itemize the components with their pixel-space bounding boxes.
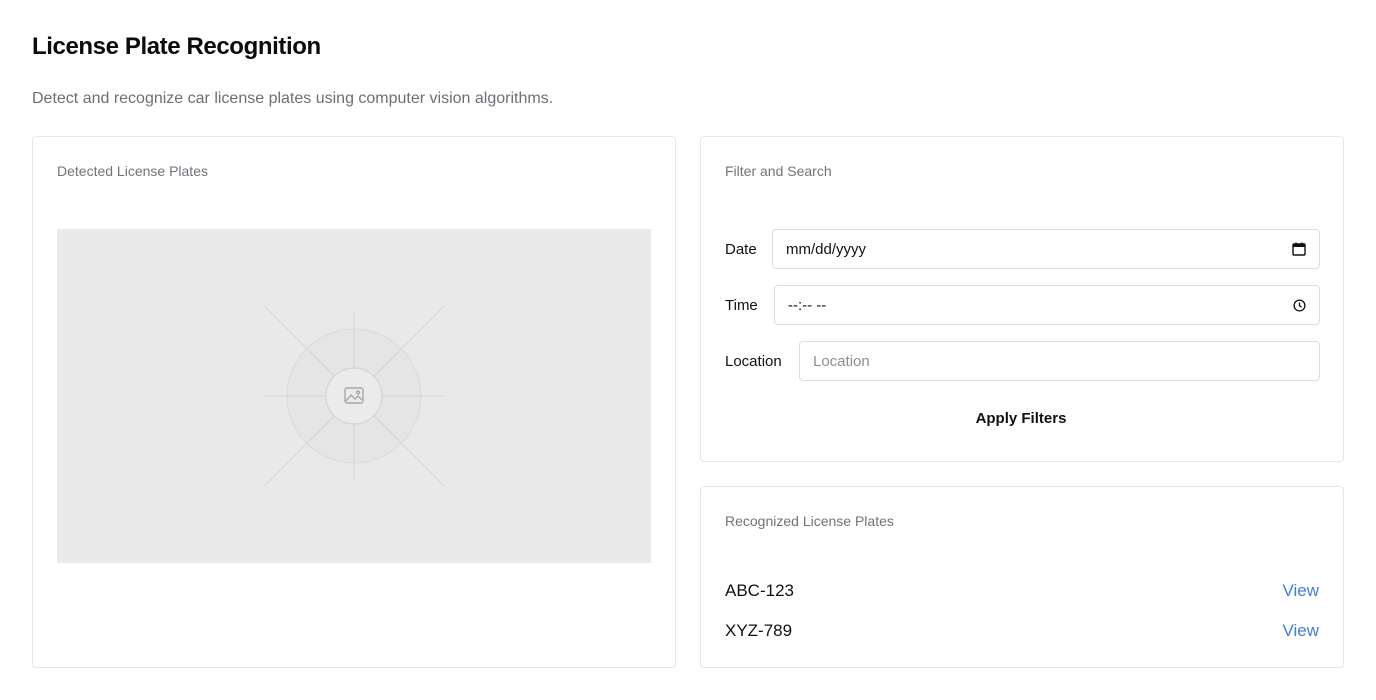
view-plate-link[interactable]: View	[1282, 621, 1319, 641]
date-label: Date	[725, 241, 757, 258]
location-input[interactable]: Location	[799, 341, 1320, 381]
time-input-value: --:-- --	[788, 296, 827, 314]
filter-card: Filter and Search Date mm/dd/yyyy Time -…	[700, 136, 1344, 462]
date-input[interactable]: mm/dd/yyyy	[772, 229, 1320, 269]
view-plate-link[interactable]: View	[1282, 581, 1319, 601]
apply-filters-button[interactable]: Apply Filters	[961, 405, 1081, 431]
image-placeholder	[57, 229, 651, 563]
plate-number: XYZ-789	[725, 621, 793, 640]
plate-number: ABC-123	[725, 581, 794, 600]
detected-plates-card: Detected License Plates	[32, 136, 676, 668]
location-placeholder: Location	[813, 352, 870, 370]
time-label: Time	[725, 297, 758, 314]
clock-icon[interactable]	[1279, 285, 1319, 325]
recognized-plates-card: Recognized License Plates ABC-123 View X…	[700, 486, 1344, 668]
image-placeholder-graphic	[263, 305, 445, 487]
time-input[interactable]: --:-- --	[774, 285, 1320, 325]
calendar-icon[interactable]	[1279, 229, 1319, 269]
filter-title: Filter and Search	[725, 163, 832, 179]
plate-row: ABC-123 View	[725, 581, 1319, 605]
page-title: License Plate Recognition	[32, 33, 321, 60]
plate-row: XYZ-789 View	[725, 621, 1319, 645]
date-input-value: mm/dd/yyyy	[786, 240, 867, 258]
page: License Plate Recognition Detect and rec…	[0, 0, 1376, 700]
page-subtitle: Detect and recognize car license plates …	[32, 90, 554, 107]
recognized-plates-title: Recognized License Plates	[725, 513, 894, 529]
location-label: Location	[725, 353, 782, 370]
detected-plates-title: Detected License Plates	[57, 163, 208, 179]
